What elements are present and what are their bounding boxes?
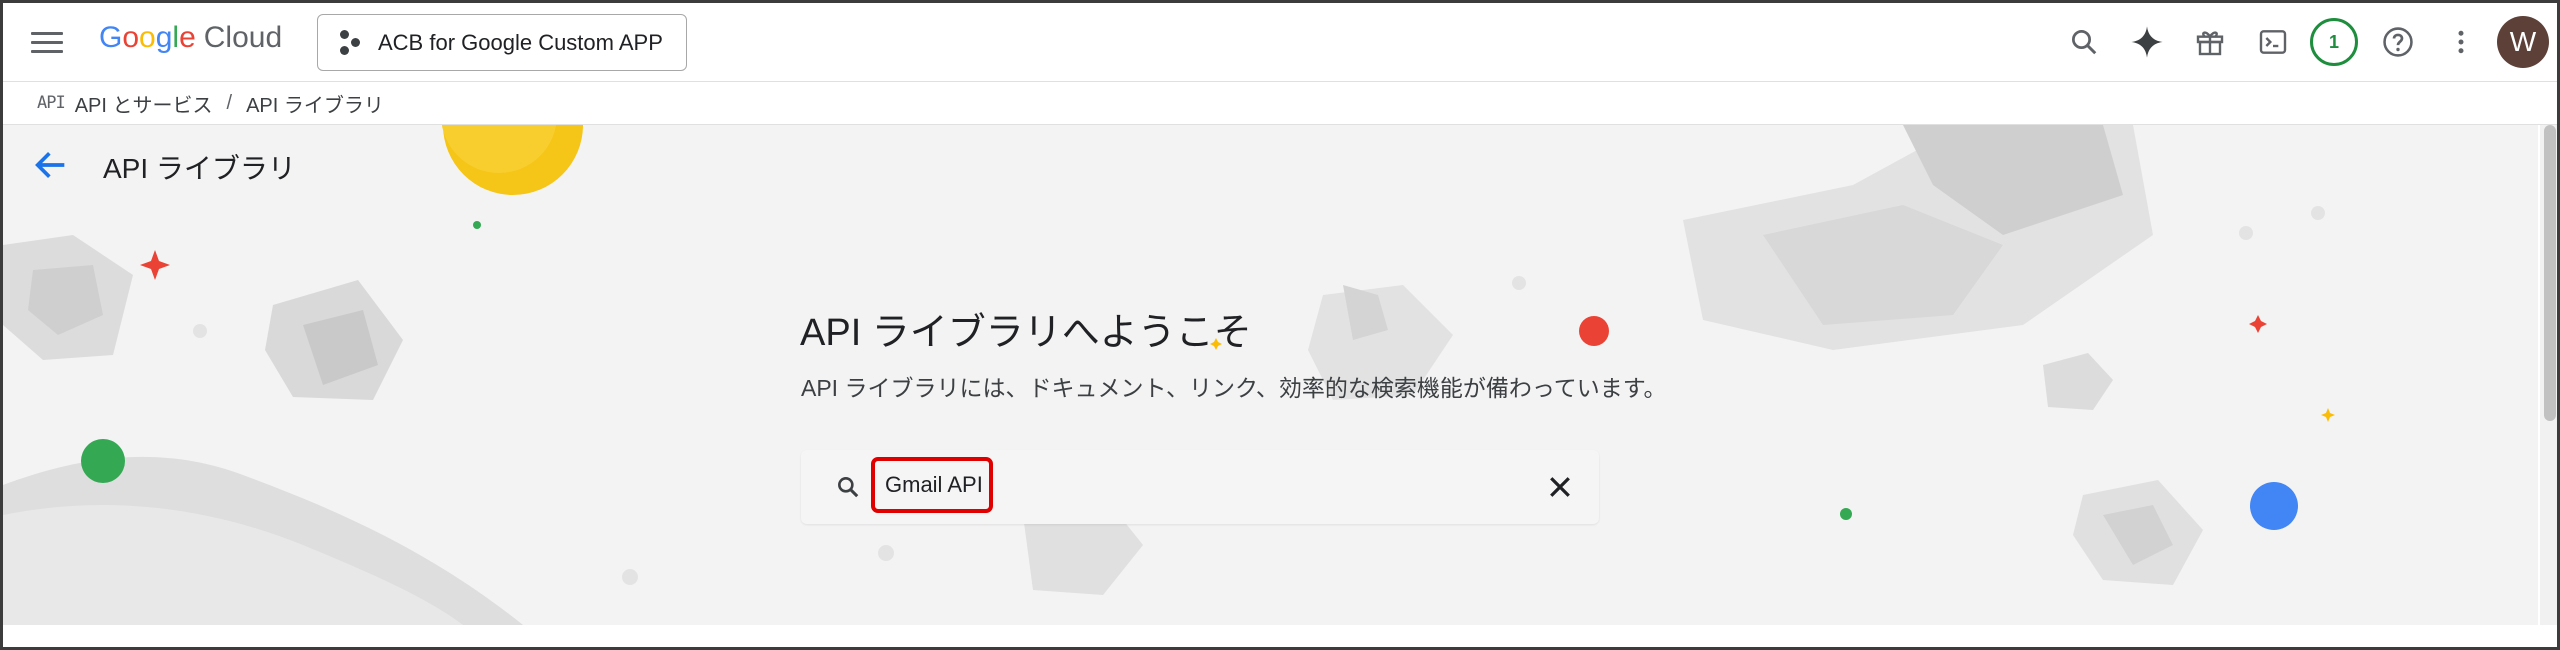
welcome-heading: API ライブラリへようこそ bbox=[800, 312, 1252, 354]
account-avatar[interactable]: W bbox=[2497, 16, 2549, 68]
breadcrumb: API API とサービス / API ライブラリ bbox=[3, 81, 2557, 125]
more-vert-icon[interactable] bbox=[2439, 20, 2483, 64]
breadcrumb-item-apis-services[interactable]: API とサービス bbox=[75, 89, 213, 118]
api-search-box bbox=[801, 450, 1599, 524]
page-scrollbar[interactable] bbox=[2540, 125, 2557, 625]
search-icon bbox=[835, 474, 861, 500]
help-icon[interactable] bbox=[2376, 20, 2420, 64]
search-icon[interactable] bbox=[2062, 20, 2106, 64]
gift-icon[interactable] bbox=[2188, 20, 2232, 64]
cloud-shell-icon[interactable] bbox=[2251, 20, 2295, 64]
breadcrumb-separator: / bbox=[226, 91, 233, 114]
search-input[interactable] bbox=[871, 457, 993, 513]
welcome-description: API ライブラリには、ドキュメント、リンク、効率的な検索機能が備わっています。 bbox=[801, 375, 1667, 401]
notification-badge[interactable]: 1 bbox=[2310, 18, 2358, 66]
project-icon bbox=[340, 29, 362, 56]
app-window: Google Cloud ACB for Google Custom APP 1 … bbox=[0, 0, 2560, 650]
scrollbar-thumb[interactable] bbox=[2544, 125, 2556, 421]
arrow-back-icon[interactable] bbox=[31, 145, 71, 185]
sparkle-icon[interactable] bbox=[2125, 20, 2169, 64]
breadcrumb-item-api-library[interactable]: API ライブラリ bbox=[246, 89, 384, 118]
api-icon: API bbox=[37, 93, 66, 113]
welcome-hero: API ライブラリ API ライブラリへようこそ API ライブラリには、ドキュ… bbox=[3, 125, 2538, 625]
top-app-bar: Google Cloud ACB for Google Custom APP 1 … bbox=[3, 3, 2557, 81]
close-icon[interactable] bbox=[1545, 472, 1575, 502]
project-name: ACB for Google Custom APP bbox=[378, 29, 663, 55]
page-bottom bbox=[3, 625, 2557, 647]
project-picker-button[interactable]: ACB for Google Custom APP bbox=[317, 14, 687, 71]
google-cloud-logo[interactable]: Google Cloud bbox=[99, 21, 282, 55]
hamburger-menu-icon[interactable] bbox=[31, 27, 63, 55]
page-title: API ライブラリ bbox=[103, 153, 296, 184]
